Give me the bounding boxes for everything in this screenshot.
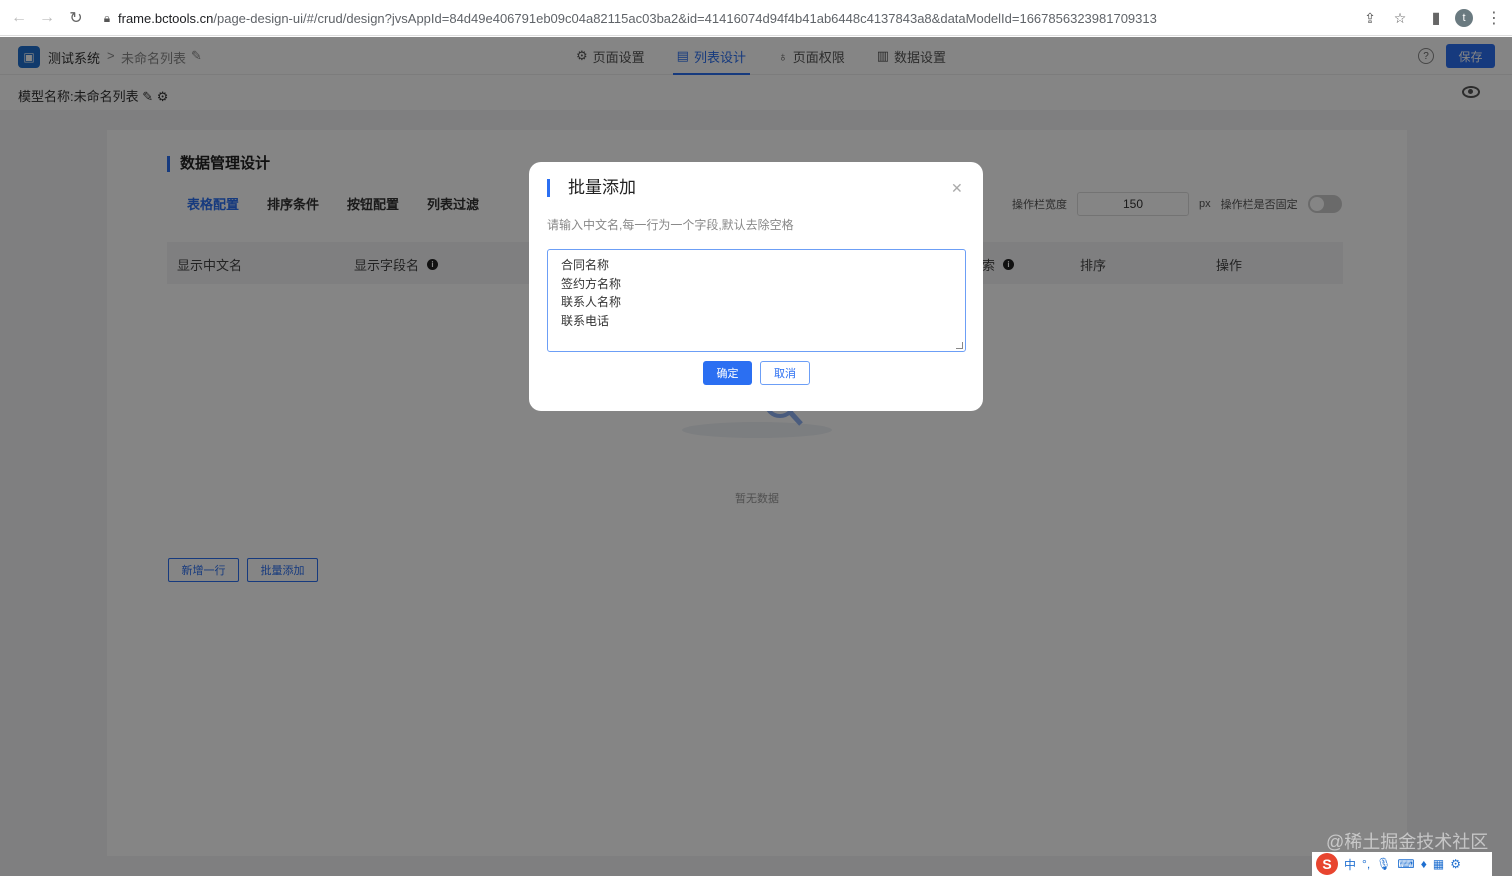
textarea-line: 联系电话 xyxy=(561,313,610,328)
cancel-button[interactable]: 取消 xyxy=(760,361,810,385)
ime-toolbar: S 中 °, 🎙︎ ⌨ ♦ ▦ ⚙ xyxy=(1312,852,1492,876)
lock-icon: 🔒︎ xyxy=(103,10,111,25)
apps-icon[interactable]: ▦ xyxy=(1433,857,1444,871)
ime-lang[interactable]: 中 xyxy=(1344,856,1356,873)
textarea-line: 签约方名称 xyxy=(561,276,622,291)
punctuation-icon[interactable]: °, xyxy=(1362,857,1370,871)
field-names-textarea[interactable]: 合同名称 签约方名称 联系人名称 联系电话 xyxy=(547,249,966,352)
dialog-title: 批量添加 xyxy=(547,179,636,197)
forward-icon[interactable]: → xyxy=(33,4,61,32)
url-host: frame.bctools.cn xyxy=(118,10,214,26)
back-icon[interactable]: ← xyxy=(5,4,33,32)
star-icon[interactable]: ☆ xyxy=(1388,6,1412,30)
skin-icon[interactable]: ♦ xyxy=(1421,857,1427,871)
share-icon[interactable]: ⇪ xyxy=(1358,6,1382,30)
textarea-line: 联系人名称 xyxy=(561,295,622,309)
sidepanel-icon[interactable]: ▮ xyxy=(1422,4,1450,32)
close-icon[interactable]: ✕ xyxy=(951,180,963,197)
dialog-hint: 请输入中文名,每一行为一个字段,默认去除空格 xyxy=(547,218,794,232)
url-path: /page-design-ui/#/crud/design?jvsAppId=8… xyxy=(213,10,1157,26)
textarea-line: 合同名称 xyxy=(561,258,610,272)
menu-kebab-icon[interactable]: ⋮ xyxy=(1480,4,1508,32)
url-text[interactable]: frame.bctools.cn/page-design-ui/#/crud/d… xyxy=(118,11,1228,26)
microphone-icon[interactable]: 🎙︎ xyxy=(1376,857,1391,871)
settings-icon[interactable]: ⚙ xyxy=(1450,857,1461,871)
address-bar[interactable]: 🔒︎ frame.bctools.cn/page-design-ui/#/cru… xyxy=(96,4,1426,32)
batch-add-dialog: 批量添加 ✕ 请输入中文名,每一行为一个字段,默认去除空格 合同名称 签约方名称… xyxy=(529,162,983,411)
keyboard-icon[interactable]: ⌨ xyxy=(1397,857,1414,871)
sogou-logo-icon: S xyxy=(1316,853,1338,875)
watermark: @稀土掘金技术社区 xyxy=(1326,832,1489,852)
resize-handle-icon[interactable] xyxy=(956,342,963,349)
reload-icon[interactable]: ↻ xyxy=(62,4,90,32)
profile-avatar[interactable]: t xyxy=(1455,9,1473,27)
avatar: t xyxy=(1455,9,1473,27)
browser-toolbar: ← → ↻ 🔒︎ frame.bctools.cn/page-design-ui… xyxy=(0,0,1512,36)
confirm-button[interactable]: 确定 xyxy=(703,361,752,385)
